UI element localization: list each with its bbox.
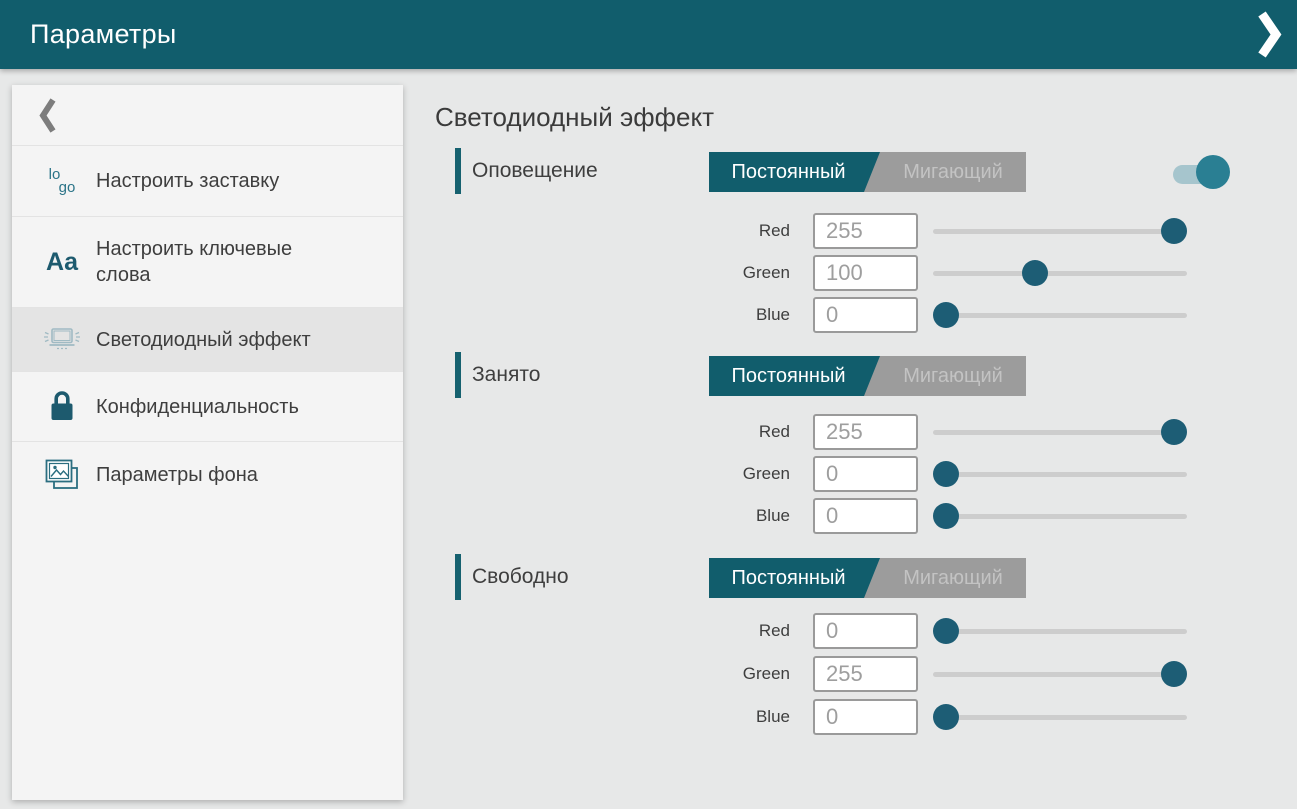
sidebar-back-button[interactable]: [12, 85, 403, 146]
mode-toggle: Мигающий Постоянный: [709, 558, 1026, 598]
chevron-left-icon: [39, 97, 56, 134]
red-slider[interactable]: [933, 430, 1187, 435]
slider-knob[interactable]: [933, 704, 959, 730]
channel-row-red: Red: [435, 613, 1205, 649]
lock-icon: [12, 389, 96, 424]
channel-row-blue: Blue: [435, 498, 1205, 534]
sidebar-item-label: Настроить ключевые слова: [96, 236, 403, 288]
channel-label: Green: [435, 656, 790, 692]
app-header: Параметры: [0, 0, 1297, 69]
section-header-busy: Занято Мигающий Постоянный: [455, 352, 1255, 398]
mode-blinking-button[interactable]: Мигающий: [880, 356, 1026, 396]
red-value-input[interactable]: [813, 613, 918, 649]
section-header-free: Свободно Мигающий Постоянный: [455, 554, 1255, 600]
accent-bar: [455, 148, 461, 194]
slider-knob[interactable]: [933, 302, 959, 328]
mode-solid-button[interactable]: Постоянный: [709, 152, 880, 192]
page-title: Параметры: [30, 19, 177, 50]
mode-solid-button[interactable]: Постоянный: [709, 558, 880, 598]
green-value-input[interactable]: [813, 456, 918, 492]
blue-slider[interactable]: [933, 715, 1187, 720]
page-section-title: Светодиодный эффект: [435, 102, 714, 133]
mode-blinking-button[interactable]: Мигающий: [880, 152, 1026, 192]
channel-row-red: Red: [435, 213, 1205, 249]
accent-bar: [455, 554, 461, 600]
channel-row-green: Green: [435, 656, 1205, 692]
section-title: Занято: [472, 363, 540, 387]
sidebar-item-label: Настроить заставку: [96, 168, 289, 194]
letters-icon: Aa: [12, 248, 96, 277]
slider-knob[interactable]: [933, 618, 959, 644]
mode-toggle: Мигающий Постоянный: [709, 152, 1026, 192]
red-value-input[interactable]: [813, 414, 918, 450]
red-slider[interactable]: [933, 629, 1187, 634]
blue-value-input[interactable]: [813, 498, 918, 534]
green-slider[interactable]: [933, 472, 1187, 477]
mode-blinking-button[interactable]: Мигающий: [880, 558, 1026, 598]
mode-solid-button[interactable]: Постоянный: [709, 356, 880, 396]
green-value-input[interactable]: [813, 656, 918, 692]
slider-knob[interactable]: [933, 503, 959, 529]
blue-slider[interactable]: [933, 313, 1187, 318]
slider-knob[interactable]: [933, 461, 959, 487]
channel-label: Blue: [435, 498, 790, 534]
slider-knob[interactable]: [1022, 260, 1048, 286]
images-icon: [12, 457, 96, 493]
sidebar-item-label: Параметры фона: [96, 462, 268, 488]
sidebar-item-privacy[interactable]: Конфиденциальность: [12, 372, 403, 442]
channel-label: Green: [435, 456, 790, 492]
slider-knob[interactable]: [1161, 661, 1187, 687]
sidebar-item-led-effect[interactable]: Светодиодный эффект: [12, 308, 403, 372]
blue-value-input[interactable]: [813, 297, 918, 333]
section-enable-toggle[interactable]: [1173, 148, 1231, 190]
channel-label: Red: [435, 213, 790, 249]
channel-label: Red: [435, 613, 790, 649]
red-slider[interactable]: [933, 229, 1187, 234]
sidebar-item-label: Светодиодный эффект: [96, 327, 321, 353]
mode-toggle: Мигающий Постоянный: [709, 356, 1026, 396]
green-slider[interactable]: [933, 672, 1187, 677]
accent-bar: [455, 352, 461, 398]
display-glow-icon: [12, 324, 96, 356]
channel-row-green: Green: [435, 255, 1205, 291]
logo-icon: lo go: [12, 168, 96, 194]
slider-knob[interactable]: [1161, 419, 1187, 445]
sidebar-item-label: Конфиденциальность: [96, 394, 309, 420]
channel-label: Blue: [435, 297, 790, 333]
section-header-notification: Оповещение Мигающий Постоянный: [455, 148, 1255, 194]
section-title: Свободно: [472, 565, 569, 589]
main-content: Светодиодный эффект Оповещение Мигающий …: [435, 69, 1297, 809]
sidebar-item-background[interactable]: Параметры фона: [12, 442, 403, 508]
slider-knob[interactable]: [1161, 218, 1187, 244]
channel-label: Red: [435, 414, 790, 450]
blue-slider[interactable]: [933, 514, 1187, 519]
section-title: Оповещение: [472, 159, 598, 183]
green-slider[interactable]: [933, 271, 1187, 276]
chevron-right-icon[interactable]: [1257, 10, 1283, 59]
channel-row-blue: Blue: [435, 297, 1205, 333]
channel-row-green: Green: [435, 456, 1205, 492]
settings-sidebar: lo go Настроить заставку Aa Настроить кл…: [12, 85, 403, 800]
sidebar-item-screensaver[interactable]: lo go Настроить заставку: [12, 146, 403, 217]
channel-label: Green: [435, 255, 790, 291]
sidebar-item-keywords[interactable]: Aa Настроить ключевые слова: [12, 217, 403, 308]
channel-label: Blue: [435, 699, 790, 735]
channel-row-blue: Blue: [435, 699, 1205, 735]
toggle-knob: [1196, 155, 1230, 189]
green-value-input[interactable]: [813, 255, 918, 291]
channel-row-red: Red: [435, 414, 1205, 450]
red-value-input[interactable]: [813, 213, 918, 249]
blue-value-input[interactable]: [813, 699, 918, 735]
